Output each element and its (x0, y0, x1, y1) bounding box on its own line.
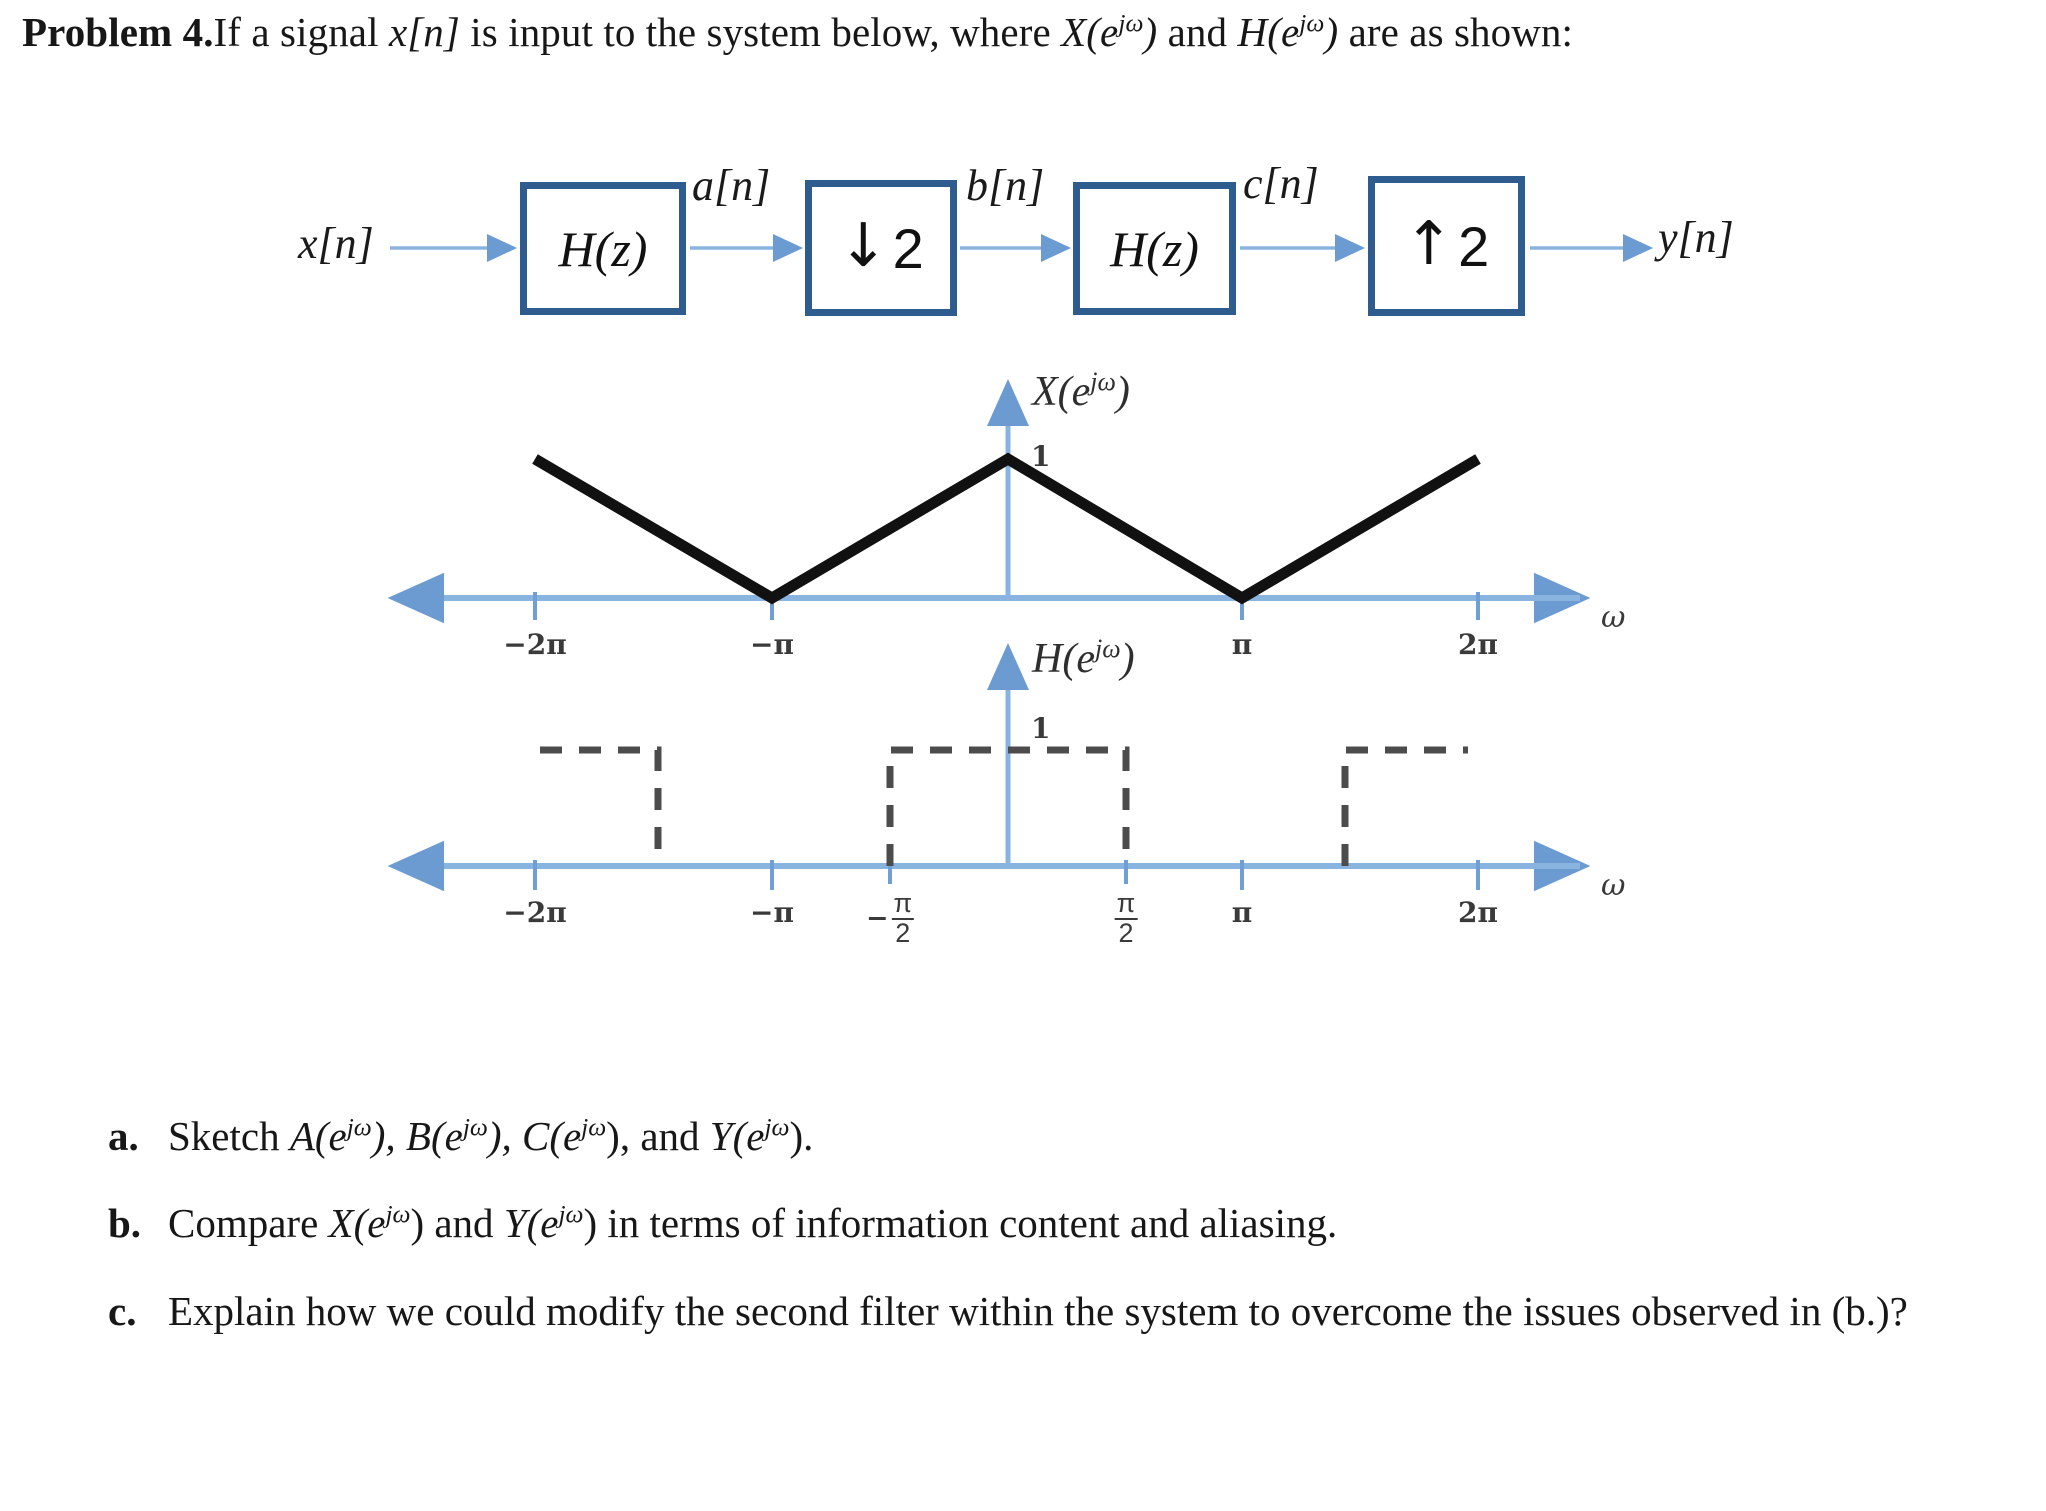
block-filter-1-label: H(z) (558, 220, 648, 277)
qb-frag-3: ) and (410, 1200, 504, 1247)
x-plot-title: X(ejω) (1032, 368, 1130, 416)
x-plot-title-base: X(e (1032, 369, 1091, 415)
block-downsampler[interactable]: ↓ 2 (805, 180, 957, 316)
h-plot-ticklabel-half-pi: π 2 (1114, 888, 1138, 948)
qa-frag-1: A(e (289, 1113, 347, 1159)
diagram-label-c: c[n] (1243, 159, 1319, 208)
question-item-a: a. Sketch A(ejω), B(ejω), C(ejω), and Y(… (108, 1110, 2038, 1163)
x-plot-ticklabel-negpi: −π (750, 628, 794, 661)
block-filter-2[interactable]: H(z) (1073, 182, 1236, 315)
problem-statement: Problem 4.If a signal x[n] is input to t… (22, 6, 2032, 58)
h-plot-trace (540, 746, 1468, 866)
system-block-diagram: x[n] H(z) a[n] ↓ 2 b[n] H(z) c[n] ↑ 2 y[n] (0, 150, 2046, 350)
qb-frag-5: jω (558, 1200, 584, 1229)
x-plot-title-close: ) (1115, 369, 1130, 415)
h-plot-xaxis-label: ω (1601, 868, 1626, 903)
problem-signal-x: x[n] (388, 9, 460, 55)
qa-frag-8: jω (581, 1113, 607, 1142)
h-plot-ticklabel-neg-half-pi: − π 2 (865, 888, 915, 948)
diagram-label-a: a[n] (692, 161, 771, 210)
qb-frag-4: Y(e (503, 1200, 559, 1247)
question-b-label: b. (108, 1200, 142, 1247)
qa-frag-12: ). (789, 1113, 814, 1159)
h-plot-title-base: H(e (1032, 636, 1095, 682)
x-plot-ticklabel-pi: π (1231, 628, 1253, 661)
fraction-numerator-right: π (1116, 888, 1136, 918)
h-plot-ticklabel-2pi: 2π (1458, 896, 1498, 929)
up-arrow-icon: ↑ (1403, 209, 1455, 279)
block-filter-1[interactable]: H(z) (520, 182, 686, 315)
h-plot-ticklabel-negpi: −π (750, 896, 794, 929)
question-a-text: Sketch A(ejω), B(ejω), C(ejω), and Y(ejω… (168, 1113, 813, 1159)
problem-symbol-H: H(e (1237, 9, 1300, 55)
qb-frag-6: ) in terms of information content and al… (583, 1200, 1338, 1247)
h-plot-title-exponent: jω (1094, 634, 1121, 663)
x-plot-title-exponent: jω (1090, 367, 1116, 396)
block-upsampler[interactable]: ↑ 2 (1368, 176, 1525, 316)
h-plot-ticklabel-pi: π (1231, 896, 1253, 929)
h-plot-title: H(ejω) (1032, 635, 1135, 683)
fraction-denominator-left: 2 (891, 917, 915, 948)
qb-frag-2: jω (385, 1200, 411, 1229)
x-plot-axes (387, 379, 1591, 624)
problem-text-1: If a signal (213, 9, 389, 55)
problem-text-2: is input to the system below, where (459, 9, 1062, 55)
problem-symbol-X: X(e (1061, 9, 1119, 55)
x-plot-amplitude-label: 1 (1031, 440, 1051, 473)
h-plot-passband-right (1341, 746, 1468, 866)
x-plot-ticklabel-2pi: 2π (1458, 628, 1498, 661)
problem-text-3: and (1157, 9, 1238, 55)
qa-frag-5: jω (462, 1113, 488, 1142)
block-downsampler-content: ↓ 2 (838, 216, 923, 281)
qa-frag-9: ), and (606, 1113, 710, 1159)
problem-label: Problem 4. (22, 9, 214, 55)
question-c-text: Explain how we could modify the second f… (168, 1287, 1908, 1334)
question-list: a. Sketch A(ejω), B(ejω), C(ejω), and Y(… (108, 1110, 2038, 1372)
question-b-text: Compare X(ejω) and Y(ejω) in terms of in… (168, 1200, 1337, 1246)
qa-frag-6: ), (487, 1113, 522, 1159)
problem-symbol-X-exponent: jω (1118, 9, 1144, 38)
qa-frag-2: jω (346, 1113, 372, 1142)
h-plot-amplitude-label: 1 (1031, 712, 1051, 745)
qb-frag-1: X(e (328, 1200, 386, 1247)
block-upsampler-content: ↑ 2 (1404, 214, 1489, 279)
h-plot-neg-half-pi-fraction: − π 2 (865, 888, 915, 948)
minus-sign: − (865, 903, 889, 935)
problem-text-4: are as shown: (1338, 9, 1574, 55)
qa-frag-10: Y(e (709, 1113, 765, 1159)
qa-frag-7: C(e (521, 1113, 582, 1159)
document-page: Problem 4.If a signal x[n] is input to t… (0, 0, 2046, 1511)
problem-symbol-X-close: ) (1143, 9, 1158, 55)
problem-symbol-H-close: ) (1324, 9, 1339, 55)
h-plot-ticklabel-neg2pi: −2π (503, 896, 567, 929)
diagram-output-label: y[n] (1658, 213, 1734, 262)
question-item-c: c. Explain how we could modify the secon… (108, 1285, 2038, 1338)
fraction-pi-over-2-right: π 2 (1114, 888, 1138, 948)
qa-frag-0: Sketch (168, 1113, 290, 1159)
fraction-numerator-left: π (893, 888, 913, 918)
h-plot-passband-center (886, 746, 1130, 866)
block-filter-2-label: H(z) (1110, 220, 1199, 277)
problem-symbol-H-exponent: jω (1299, 9, 1325, 38)
qb-frag-0: Compare (168, 1200, 329, 1247)
h-plot-axes (387, 643, 1591, 892)
x-plot-ticklabel-neg2pi: −2π (503, 628, 567, 661)
x-plot-xaxis-label: ω (1601, 600, 1626, 635)
qa-frag-3: ), (371, 1113, 406, 1159)
h-plot-passband-left (540, 746, 662, 866)
fraction-pi-over-2-left: π 2 (891, 888, 915, 948)
question-c-label: c. (108, 1287, 137, 1334)
block-downsampler-label: 2 (892, 216, 924, 280)
question-a-label: a. (108, 1113, 139, 1159)
question-item-b: b. Compare X(ejω) and Y(ejω) in terms of… (108, 1197, 2038, 1250)
fraction-denominator-right: 2 (1114, 917, 1138, 948)
block-upsampler-label: 2 (1458, 214, 1490, 278)
down-arrow-icon: ↓ (838, 211, 889, 281)
qa-frag-4: B(e (405, 1113, 463, 1159)
diagram-label-b: b[n] (966, 161, 1045, 210)
diagram-input-label: x[n] (298, 219, 374, 268)
h-plot-title-close: ) (1120, 636, 1135, 682)
x-plot-trace (532, 452, 1481, 605)
qa-frag-11: jω (764, 1113, 790, 1142)
